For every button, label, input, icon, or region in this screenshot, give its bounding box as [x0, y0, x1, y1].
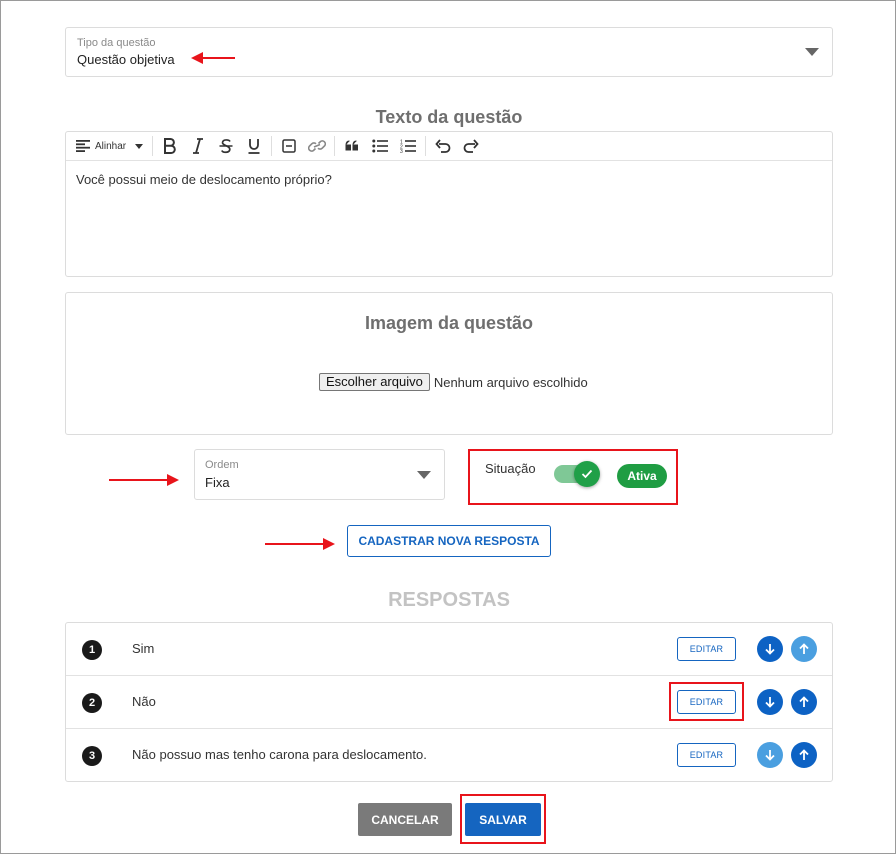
answer-text: Não possuo mas tenho carona para desloca… [132, 747, 427, 762]
choose-file-button[interactable]: Escolher arquivo [319, 373, 430, 391]
annotation-arrow [109, 474, 179, 486]
question-image-panel: Imagem da questão Escolher arquivo Nenhu… [65, 292, 833, 435]
question-type-label: Tipo da questão [77, 37, 156, 49]
undo-icon [435, 139, 451, 153]
answers-title: RESPOSTAS [388, 589, 510, 611]
dropdown-caret-icon [417, 471, 431, 479]
annotation-highlight [460, 794, 546, 844]
toolbar-divider [271, 136, 273, 156]
annotation-highlight [468, 449, 678, 505]
bullet-list-button[interactable] [366, 135, 394, 157]
order-value: Fixa [205, 475, 230, 490]
blockquote-button[interactable] [338, 135, 366, 157]
question-type-select[interactable]: Tipo da questão Questão objetiva [65, 27, 833, 77]
arrow-right-icon [323, 538, 335, 550]
underline-button[interactable] [240, 135, 268, 157]
answer-number: 1 [82, 640, 102, 660]
horizontal-rule-button[interactable] [275, 135, 303, 157]
horizontal-rule-icon [282, 139, 296, 153]
order-label: Ordem [205, 459, 239, 471]
align-label: Alinhar [95, 140, 127, 152]
move-up-button[interactable] [791, 636, 817, 662]
link-icon [308, 140, 327, 152]
italic-button[interactable] [184, 135, 212, 157]
cancel-button[interactable]: CANCELAR [358, 803, 452, 836]
move-up-button[interactable] [791, 742, 817, 768]
answer-text: Sim [132, 641, 155, 656]
redo-button[interactable] [457, 135, 485, 157]
rich-text-editor: Alinhar 1 2 3 Você possui meio de desloc… [65, 131, 833, 277]
dropdown-caret-icon [805, 48, 819, 56]
quote-icon [345, 140, 359, 151]
svg-text:3: 3 [400, 149, 403, 153]
move-down-button[interactable] [757, 742, 783, 768]
undo-button[interactable] [429, 135, 457, 157]
editor-content[interactable]: Você possui meio de deslocamento próprio… [66, 161, 832, 198]
strikethrough-icon [219, 139, 233, 154]
edit-answer-button[interactable]: EDITAR [677, 743, 736, 767]
bold-icon [164, 138, 176, 154]
numbered-list-button[interactable]: 1 2 3 [394, 135, 422, 157]
question-image-title: Imagem da questão [364, 313, 534, 333]
answer-row: 1 Sim EDITAR [66, 623, 832, 676]
numbered-list-icon: 1 2 3 [400, 140, 417, 153]
arrow-down-icon [765, 697, 775, 708]
arrow-right-icon [167, 474, 179, 486]
toolbar-divider [152, 136, 154, 156]
arrow-up-icon [799, 643, 809, 654]
arrow-up-icon [799, 749, 809, 760]
add-answer-button[interactable]: CADASTRAR NOVA RESPOSTA [347, 525, 551, 557]
file-status-text: Nenhum arquivo escolhido [433, 374, 588, 390]
arrow-down-icon [765, 644, 775, 655]
strikethrough-button[interactable] [212, 135, 240, 157]
move-down-button[interactable] [757, 636, 783, 662]
arrow-down-icon [765, 750, 775, 761]
move-up-button[interactable] [791, 689, 817, 715]
arrow-left-icon [191, 52, 203, 64]
answer-row: 3 Não possuo mas tenho carona para deslo… [66, 729, 832, 782]
redo-icon [463, 139, 479, 153]
answer-number: 3 [82, 746, 102, 766]
align-left-icon [76, 140, 90, 152]
question-type-value: Questão objetiva [77, 52, 175, 67]
edit-answer-button[interactable]: EDITAR [677, 637, 736, 661]
bold-button[interactable] [156, 135, 184, 157]
answer-number: 2 [82, 693, 102, 713]
order-select[interactable]: Ordem Fixa [194, 449, 445, 500]
link-button[interactable] [303, 135, 331, 157]
toolbar-divider [334, 136, 336, 156]
move-down-button[interactable] [757, 689, 783, 715]
align-dropdown[interactable]: Alinhar [76, 135, 149, 157]
annotation-arrow [191, 52, 235, 64]
bullet-list-icon [372, 139, 389, 153]
question-text-title: Texto da questão [375, 107, 523, 127]
file-input: Escolher arquivo Nenhum arquivo escolhid… [319, 373, 588, 391]
underline-icon [248, 139, 260, 154]
arrow-up-icon [799, 696, 809, 707]
italic-icon [193, 138, 204, 154]
annotation-arrow [265, 538, 335, 550]
toolbar-divider [425, 136, 427, 156]
answer-text: Não [132, 694, 156, 709]
editor-toolbar: Alinhar 1 2 3 [66, 132, 832, 161]
chevron-down-icon [135, 143, 144, 149]
annotation-highlight [669, 682, 744, 721]
